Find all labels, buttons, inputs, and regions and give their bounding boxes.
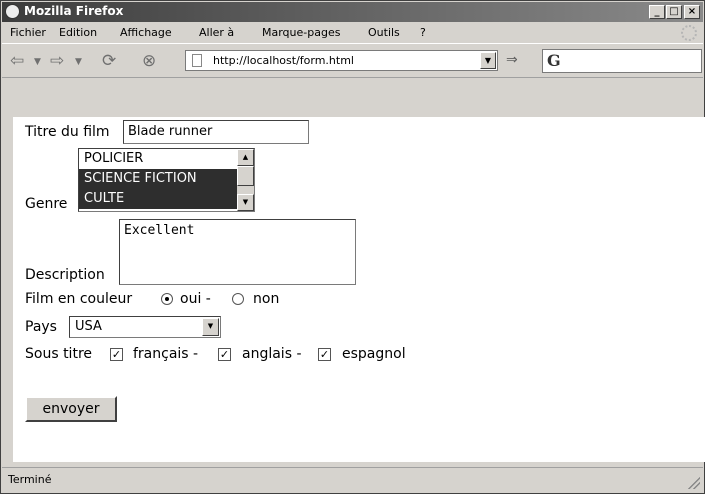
color-oui-label: oui - (180, 291, 211, 307)
menu-fichier[interactable]: Fichier (10, 26, 46, 39)
subtitle-es-label: espagnol (342, 346, 406, 362)
subtitle-fr-checkbox[interactable]: ✓ (110, 348, 123, 361)
firefox-icon (5, 4, 20, 19)
maximize-button[interactable]: □ (666, 5, 682, 19)
genre-scrollbar[interactable]: ▲ ▼ (237, 149, 254, 211)
forward-history-dropdown[interactable]: ▼ (75, 57, 82, 67)
scroll-thumb[interactable] (237, 166, 254, 186)
menu-edition[interactable]: Edition (59, 26, 97, 39)
genre-option-policier[interactable]: POLICIER (79, 149, 254, 169)
color-non-label: non (253, 291, 280, 307)
chevron-down-icon[interactable]: ▼ (202, 318, 219, 336)
throbber-icon (681, 25, 697, 41)
browser-window: Mozilla Firefox _ □ × Fichier Edition Af… (0, 0, 706, 494)
genre-option-culte[interactable]: CULTE (79, 189, 254, 209)
url-dropdown-button[interactable]: ▼ (480, 52, 496, 69)
url-bar[interactable]: http://localhost/form.html ▼ (185, 50, 498, 71)
search-box[interactable]: G (542, 49, 702, 73)
status-text: Terminé (8, 473, 52, 486)
title-bar[interactable]: Mozilla Firefox _ □ × (2, 2, 703, 22)
window-title: Mozilla Firefox (24, 4, 124, 18)
country-label: Pays (25, 319, 57, 335)
url-text[interactable]: http://localhost/form.html (213, 54, 354, 67)
title-label: Titre du film (25, 124, 110, 140)
genre-label: Genre (25, 196, 68, 212)
minimize-button[interactable]: _ (649, 5, 665, 19)
country-select[interactable]: USA ▼ (69, 316, 221, 338)
subtitle-fr-label: français - (133, 346, 199, 362)
close-button[interactable]: × (684, 5, 700, 19)
color-non-radio[interactable] (232, 293, 244, 305)
description-textarea[interactable]: Excellent (119, 219, 356, 285)
submit-button[interactable]: envoyer (25, 396, 117, 422)
scroll-down-button[interactable]: ▼ (237, 194, 254, 211)
menu-help[interactable]: ? (420, 26, 426, 39)
menu-outils[interactable]: Outils (368, 26, 400, 39)
back-history-dropdown[interactable]: ▼ (34, 57, 41, 67)
menu-bar: Fichier Edition Affichage Aller à Marque… (2, 23, 703, 42)
radio-selected-dot (165, 297, 169, 301)
country-selected-value: USA (75, 319, 102, 334)
scroll-up-button[interactable]: ▲ (237, 149, 254, 166)
color-oui-radio[interactable] (161, 293, 173, 305)
page-icon (192, 54, 202, 67)
subtitle-en-checkbox[interactable]: ✓ (218, 348, 231, 361)
color-label: Film en couleur (25, 291, 133, 307)
title-input[interactable]: Blade runner (123, 120, 309, 144)
genre-listbox[interactable]: POLICIER SCIENCE FICTION CULTE ▲ ▼ (78, 148, 255, 212)
description-label: Description (25, 267, 105, 283)
genre-option-science-fiction[interactable]: SCIENCE FICTION (79, 169, 254, 189)
search-engine-icon[interactable]: G (547, 51, 561, 70)
forward-arrow-icon[interactable]: ⇨ (50, 51, 64, 71)
go-icon[interactable]: ⇒ (506, 52, 518, 68)
subtitle-en-label: anglais - (242, 346, 302, 362)
subtitle-es-checkbox[interactable]: ✓ (318, 348, 331, 361)
resize-grip-icon[interactable] (688, 477, 700, 489)
status-bar: Terminé (2, 467, 703, 492)
navigation-toolbar: ⇦ ▼ ⇨ ▼ ⟳ ⊗ http://localhost/form.html ▼… (2, 43, 703, 78)
stop-icon[interactable]: ⊗ (142, 51, 156, 71)
menu-marque-pages[interactable]: Marque-pages (262, 26, 340, 39)
back-arrow-icon[interactable]: ⇦ (10, 51, 24, 71)
subtitle-label: Sous titre (25, 346, 92, 362)
menu-affichage[interactable]: Affichage (120, 26, 172, 39)
menu-aller-a[interactable]: Aller à (199, 26, 234, 39)
reload-icon[interactable]: ⟳ (102, 51, 116, 71)
